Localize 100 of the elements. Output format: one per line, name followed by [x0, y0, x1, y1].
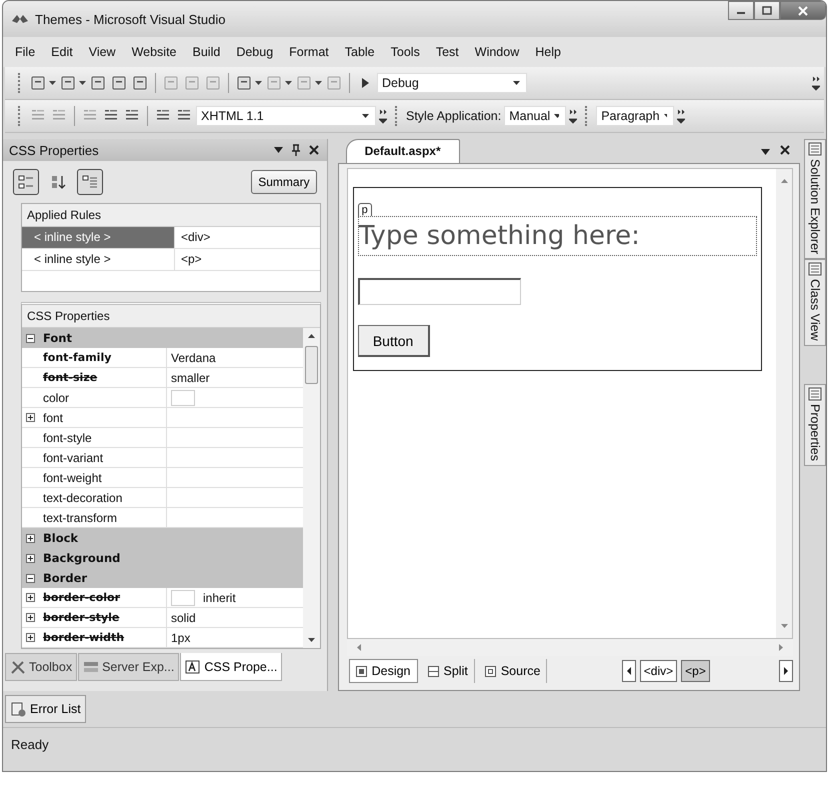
side-tab[interactable]: Class View [804, 259, 826, 346]
property-row[interactable]: font-weight [22, 468, 303, 488]
expand-icon[interactable] [26, 554, 35, 562]
panel-tab[interactable]: Toolbox [5, 653, 78, 681]
panel-tab[interactable]: Error List [5, 695, 86, 723]
style-application-dropdown[interactable]: Manual [504, 106, 566, 126]
property-row[interactable]: text-decoration [22, 488, 303, 508]
dropdown-arrow-icon[interactable] [761, 149, 770, 155]
property-row[interactable]: font [22, 408, 303, 428]
category-row[interactable]: Background [22, 548, 303, 568]
property-value[interactable]: solid [171, 610, 196, 624]
menu-item[interactable]: Format [281, 45, 337, 59]
tag-breadcrumb[interactable]: <div> [640, 660, 678, 682]
property-name: font-weight [43, 470, 102, 484]
color-swatch[interactable] [171, 390, 195, 406]
section-header: CSS Properties [22, 305, 320, 328]
scroll-right-button[interactable] [779, 660, 794, 682]
property-row[interactable]: color [22, 388, 303, 408]
menu-item[interactable]: Build [184, 45, 228, 59]
expand-icon[interactable] [26, 534, 35, 542]
property-row[interactable]: border-style solid [22, 608, 303, 628]
scroll-thumb[interactable] [304, 346, 318, 384]
minimize-button[interactable] [728, 1, 754, 20]
dropdown-arrow-icon[interactable] [79, 81, 86, 85]
menu-item[interactable]: Tools [382, 45, 428, 59]
dropdown-arrow-icon[interactable] [274, 147, 283, 153]
property-row[interactable]: font-size smaller [22, 368, 303, 388]
category-row[interactable]: Font [22, 328, 303, 348]
triangle-right-icon [784, 667, 788, 675]
dropdown-arrow-icon[interactable] [49, 81, 56, 85]
side-tab[interactable]: Solution Explorer [804, 139, 826, 260]
menu-item[interactable]: Window [466, 45, 528, 59]
scroll-up-icon[interactable] [308, 334, 315, 338]
scroll-right-icon[interactable] [779, 644, 784, 651]
toolbar-options-icon[interactable] [812, 74, 820, 92]
view-tab[interactable]: Split [422, 659, 475, 683]
property-value[interactable]: inherit [203, 590, 236, 604]
set-properties-button[interactable] [77, 169, 103, 195]
scroll-down-icon[interactable] [308, 638, 315, 642]
paragraph-heading[interactable]: Type something here: [358, 216, 758, 256]
categorized-view-button[interactable] [13, 169, 39, 195]
property-row[interactable]: font-variant [22, 448, 303, 468]
property-row[interactable]: border-color inherit [22, 588, 303, 608]
view-tab[interactable]: Design [348, 659, 418, 683]
panel-tab[interactable]: CSS Prope... [180, 653, 282, 681]
property-row[interactable]: font-family Verdana [22, 348, 303, 368]
property-row[interactable]: border-width 1px [22, 628, 303, 648]
doctype-dropdown[interactable]: XHTML 1.1 [196, 106, 376, 126]
side-tab[interactable]: Properties [804, 384, 826, 466]
menu-item[interactable]: Edit [43, 45, 81, 59]
dropdown-arrow-icon[interactable] [285, 81, 292, 85]
expand-icon[interactable] [26, 633, 35, 642]
form-button[interactable]: Button [358, 325, 430, 357]
property-value[interactable]: smaller [171, 370, 210, 384]
text-input[interactable] [358, 278, 521, 305]
expand-icon[interactable] [26, 413, 35, 422]
menu-item[interactable]: View [80, 45, 124, 59]
menu-item[interactable]: File [7, 45, 44, 59]
property-value[interactable]: Verdana [171, 350, 216, 364]
category-row[interactable]: Border [22, 568, 303, 588]
configuration-dropdown[interactable]: Debug [377, 73, 527, 93]
pin-icon[interactable] [290, 144, 301, 156]
maximize-button[interactable] [754, 1, 780, 20]
rule-item[interactable]: < inline style > [22, 227, 175, 248]
div-container[interactable]: p Type something here: Button [352, 187, 762, 371]
property-value[interactable]: 1px [171, 630, 190, 644]
dropdown-arrow-icon[interactable] [315, 81, 322, 85]
expand-icon[interactable] [26, 593, 35, 602]
menu-item[interactable]: Help [527, 45, 569, 59]
rule-item[interactable]: < inline style > [22, 249, 175, 270]
collapse-icon[interactable] [26, 334, 35, 342]
menu-item[interactable]: Website [124, 45, 185, 59]
toolbar-options-icon[interactable] [677, 107, 686, 125]
scrollbar[interactable] [302, 328, 320, 648]
close-icon[interactable] [308, 145, 319, 155]
document-tab[interactable]: Default.aspx* [346, 139, 460, 163]
toolbar-options-icon[interactable] [379, 107, 387, 125]
view-icon [484, 666, 496, 676]
panel-tab[interactable]: Server Exp... [78, 653, 180, 681]
close-button[interactable] [780, 1, 826, 20]
dropdown-arrow-icon[interactable] [255, 81, 262, 85]
maximize-icon [762, 6, 772, 15]
toolbar-options-icon[interactable] [569, 107, 578, 125]
property-row[interactable]: font-style [22, 428, 303, 448]
collapse-icon[interactable] [26, 574, 35, 582]
window-icon [808, 386, 822, 401]
close-icon[interactable] [780, 145, 790, 155]
scroll-left-button[interactable] [622, 660, 636, 682]
expand-icon[interactable] [26, 613, 35, 622]
summary-button[interactable]: Summary [251, 170, 317, 194]
category-row[interactable]: Block [22, 528, 303, 548]
menu-item[interactable]: Table [336, 45, 383, 59]
scroll-left-icon[interactable] [356, 644, 361, 651]
block-format-dropdown[interactable]: Paragraph [596, 106, 674, 126]
color-swatch[interactable] [171, 590, 195, 606]
menu-item[interactable]: Test [428, 45, 467, 59]
tag-breadcrumb[interactable]: <p> [681, 660, 710, 682]
view-tab[interactable]: Source [478, 659, 548, 683]
menu-item[interactable]: Debug [228, 45, 282, 59]
rule-element: <p> [180, 251, 202, 268]
